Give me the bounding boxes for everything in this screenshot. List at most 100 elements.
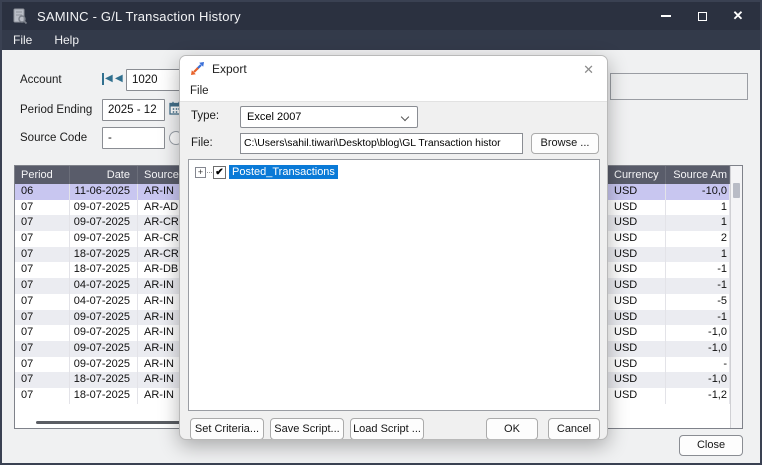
grid-cell: 06 <box>15 184 70 200</box>
close-window-button[interactable]: ✕ <box>720 2 756 30</box>
period-ending-label: Period Ending <box>20 104 93 116</box>
browse-button[interactable]: Browse ... <box>531 133 599 154</box>
ok-button[interactable]: OK <box>486 418 538 439</box>
grid-cell: 07 <box>15 372 70 388</box>
grid-cell: 18-07-2025 <box>70 372 138 388</box>
grid-cell: 18-07-2025 <box>70 262 138 279</box>
vertical-scrollbar[interactable] <box>730 166 742 428</box>
node-checkbox[interactable]: ✔ <box>213 165 226 179</box>
dialog-title: Export <box>212 61 247 76</box>
grid-cell: 07 <box>15 340 70 357</box>
grid-cell: 09-07-2025 <box>70 199 138 216</box>
column-header-period[interactable]: Period <box>15 166 70 184</box>
grid-cell: -1,0 <box>666 340 730 357</box>
grid-cell: -1 <box>666 278 730 294</box>
main-menubar: File Help <box>2 30 760 50</box>
menu-help[interactable]: Help <box>43 30 90 50</box>
grid-cell: USD <box>608 278 666 294</box>
grid-cell: USD <box>608 215 666 232</box>
grid-cell: 2 <box>666 231 730 247</box>
maximize-icon <box>697 11 707 21</box>
grid-cell: USD <box>608 340 666 357</box>
grid-cell: 07 <box>15 325 70 341</box>
source-code-field[interactable]: - <box>102 127 165 149</box>
tree-connector <box>207 171 212 173</box>
grid-cell: -1 <box>666 309 730 326</box>
export-type-select[interactable]: Excel 2007 <box>240 106 418 128</box>
dialog-titlebar: Export ✕ <box>180 56 607 81</box>
grid-cell: 04-07-2025 <box>70 278 138 294</box>
app-window: SAMINC - G/L Transaction History ✕ File … <box>0 0 762 465</box>
grid-cell: 07 <box>15 309 70 326</box>
grid-cell: 09-07-2025 <box>70 231 138 247</box>
account-label: Account <box>20 74 62 86</box>
grid-cell: 09-07-2025 <box>70 309 138 326</box>
source-code-label: Source Code <box>20 132 88 144</box>
grid-cell: 07 <box>15 215 70 232</box>
dialog-menu-file[interactable]: File <box>180 85 219 97</box>
grid-cell: 1 <box>666 199 730 216</box>
grid-cell: 09-07-2025 <box>70 215 138 232</box>
grid-cell: - <box>666 356 730 373</box>
menu-file[interactable]: File <box>2 30 43 50</box>
grid-cell: USD <box>608 246 666 263</box>
grid-cell: 1 <box>666 246 730 263</box>
minimize-icon <box>661 15 671 17</box>
account-field[interactable]: 1020 <box>126 69 182 91</box>
column-header-currency[interactable]: Currency <box>608 166 666 184</box>
grid-cell: 04-07-2025 <box>70 293 138 310</box>
chevron-down-icon <box>400 112 410 122</box>
grid-cell: -10,0 <box>666 184 730 200</box>
expand-icon[interactable]: + <box>195 166 206 178</box>
grid-cell: 07 <box>15 278 70 294</box>
file-label: File: <box>191 137 213 149</box>
grid-cell: USD <box>608 372 666 388</box>
window-title: SAMINC - G/L Transaction History <box>37 8 241 24</box>
column-header-date[interactable]: Date <box>70 166 138 184</box>
nav-first-icon[interactable]: ◀ <box>102 73 113 85</box>
close-button[interactable]: Close <box>679 435 743 456</box>
set-criteria-button[interactable]: Set Criteria... <box>190 418 264 439</box>
export-dialog: Export ✕ File Type: Excel 2007 File: C:\… <box>179 55 608 440</box>
period-ending-field[interactable]: 2025 - 12 <box>102 99 165 121</box>
grid-cell: 11-06-2025 <box>70 184 138 200</box>
cancel-button[interactable]: Cancel <box>548 418 600 439</box>
grid-cell: USD <box>608 184 666 200</box>
type-label: Type: <box>191 110 220 122</box>
load-script-button[interactable]: Load Script ... <box>350 418 424 439</box>
grid-cell: -5 <box>666 293 730 310</box>
export-type-value: Excel 2007 <box>247 111 302 123</box>
nav-prev-icon[interactable]: ◀ <box>115 73 123 85</box>
grid-cell: 1 <box>666 215 730 232</box>
grid-cell: USD <box>608 387 666 404</box>
grid-cell: USD <box>608 309 666 326</box>
tree-node-row[interactable]: + ✔ Posted_Transactions <box>195 165 338 179</box>
titlebar: SAMINC - G/L Transaction History ✕ <box>2 2 760 30</box>
vertical-scrollbar-thumb[interactable] <box>733 183 740 198</box>
grid-cell: 09-07-2025 <box>70 340 138 357</box>
grid-cell: 07 <box>15 246 70 263</box>
export-icon <box>191 62 204 75</box>
maximize-button[interactable] <box>684 2 720 30</box>
app-icon <box>13 8 28 25</box>
export-tree: + ✔ Posted_Transactions <box>188 159 600 411</box>
tree-node-label[interactable]: Posted_Transactions <box>229 165 338 179</box>
grid-cell: USD <box>608 199 666 216</box>
grid-cell: 07 <box>15 231 70 247</box>
grid-cell: USD <box>608 356 666 373</box>
column-header-source-amount[interactable]: Source Am <box>666 166 730 184</box>
grid-cell: 07 <box>15 262 70 279</box>
grid-cell: USD <box>608 231 666 247</box>
grid-cell: 18-07-2025 <box>70 387 138 404</box>
file-path-input[interactable]: C:\Users\sahil.tiwari\Desktop\blog\GL Tr… <box>240 133 523 154</box>
dialog-close-icon[interactable]: ✕ <box>583 62 594 78</box>
minimize-button[interactable] <box>648 2 684 30</box>
grid-cell: 07 <box>15 356 70 373</box>
grid-cell: 07 <box>15 199 70 216</box>
save-script-button[interactable]: Save Script... <box>270 418 344 439</box>
dialog-menubar: File <box>180 81 607 102</box>
grid-cell: USD <box>608 262 666 279</box>
grid-cell: 18-07-2025 <box>70 246 138 263</box>
grid-cell: USD <box>608 293 666 310</box>
grid-cell: -1,2 <box>666 387 730 404</box>
